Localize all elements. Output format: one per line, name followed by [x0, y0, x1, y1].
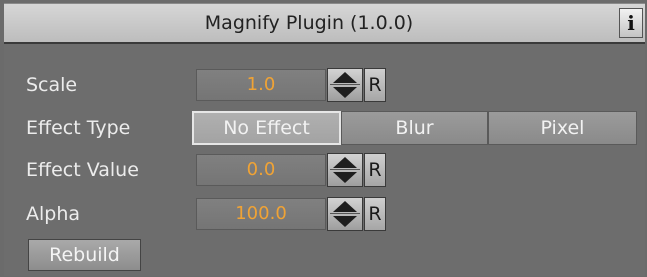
alpha-reset-button[interactable]: R — [364, 197, 386, 231]
alpha-field[interactable]: 100.0 — [196, 198, 326, 230]
effect-option-blur[interactable]: Blur — [341, 111, 488, 145]
arrow-up-icon[interactable] — [333, 157, 357, 168]
scale-label: Scale — [26, 74, 78, 96]
effect-value-reset-button[interactable]: R — [364, 153, 386, 187]
effect-option-pixel[interactable]: Pixel — [488, 111, 637, 145]
panel-title: Magnify Plugin (1.0.0) — [204, 12, 414, 34]
info-button[interactable]: i — [619, 8, 643, 38]
effect-type-label: Effect Type — [26, 117, 131, 139]
spinner-divider — [330, 169, 360, 170]
spinner-divider — [330, 213, 360, 214]
rebuild-button[interactable]: Rebuild — [28, 239, 141, 271]
scale-spinner[interactable] — [327, 68, 363, 102]
arrow-down-icon[interactable] — [333, 216, 357, 227]
scale-reset-button[interactable]: R — [364, 68, 386, 102]
alpha-label: Alpha — [26, 203, 81, 225]
effect-value-spinner[interactable] — [327, 153, 363, 187]
panel-header: Magnify Plugin (1.0.0) i — [4, 4, 645, 44]
spinner-divider — [330, 84, 360, 85]
alpha-spinner[interactable] — [327, 197, 363, 231]
arrow-up-icon[interactable] — [333, 201, 357, 212]
arrow-down-icon[interactable] — [333, 87, 357, 98]
arrow-up-icon[interactable] — [333, 72, 357, 83]
effect-option-no-effect[interactable]: No Effect — [192, 111, 341, 145]
effect-value-label: Effect Value — [26, 159, 139, 181]
plugin-panel: Magnify Plugin (1.0.0) i Scale 1.0 R Eff… — [4, 3, 645, 276]
scale-field[interactable]: 1.0 — [196, 69, 326, 101]
effect-value-field[interactable]: 0.0 — [196, 154, 326, 186]
arrow-down-icon[interactable] — [333, 172, 357, 183]
